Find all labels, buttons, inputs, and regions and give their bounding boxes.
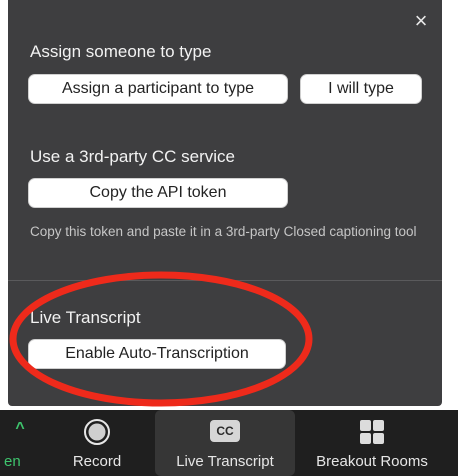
assign-section-title: Assign someone to type xyxy=(30,42,212,61)
live-transcript-label: Live Transcript xyxy=(176,453,274,470)
enable-auto-transcription-button[interactable]: Enable Auto-Transcription xyxy=(28,339,286,369)
breakout-rooms-label: Breakout Rooms xyxy=(316,453,428,470)
toolbar-live-transcript-button[interactable]: CC Live Transcript xyxy=(155,410,295,476)
closed-caption-settings-popup: × Assign someone to type Assign a partic… xyxy=(8,0,442,406)
api-token-description: Copy this token and paste it in a 3rd-pa… xyxy=(30,224,417,239)
meeting-toolbar: ^ en Record CC Live Transcript Breakout … xyxy=(0,410,458,476)
toolbar-partial-label: en xyxy=(4,453,21,470)
cc-icon: CC xyxy=(210,420,240,442)
breakout-rooms-icon xyxy=(358,418,386,450)
third-party-section-title: Use a 3rd-party CC service xyxy=(30,147,236,166)
record-icon xyxy=(83,418,111,450)
live-transcript-section-title: Live Transcript xyxy=(30,308,141,327)
section-divider xyxy=(8,280,442,281)
toolbar-breakout-rooms-button[interactable]: Breakout Rooms xyxy=(302,410,442,476)
toolbar-partial-item[interactable]: ^ en xyxy=(0,410,40,476)
screen: × Assign someone to type Assign a partic… xyxy=(0,0,458,476)
record-label: Record xyxy=(72,453,122,470)
copy-api-token-button[interactable]: Copy the API token xyxy=(28,178,288,208)
i-will-type-button[interactable]: I will type xyxy=(300,74,422,104)
close-icon[interactable]: × xyxy=(410,10,432,32)
chevron-up-icon[interactable]: ^ xyxy=(15,420,24,438)
assign-participant-button[interactable]: Assign a participant to type xyxy=(28,74,288,104)
toolbar-record-button[interactable]: Record xyxy=(58,410,136,476)
